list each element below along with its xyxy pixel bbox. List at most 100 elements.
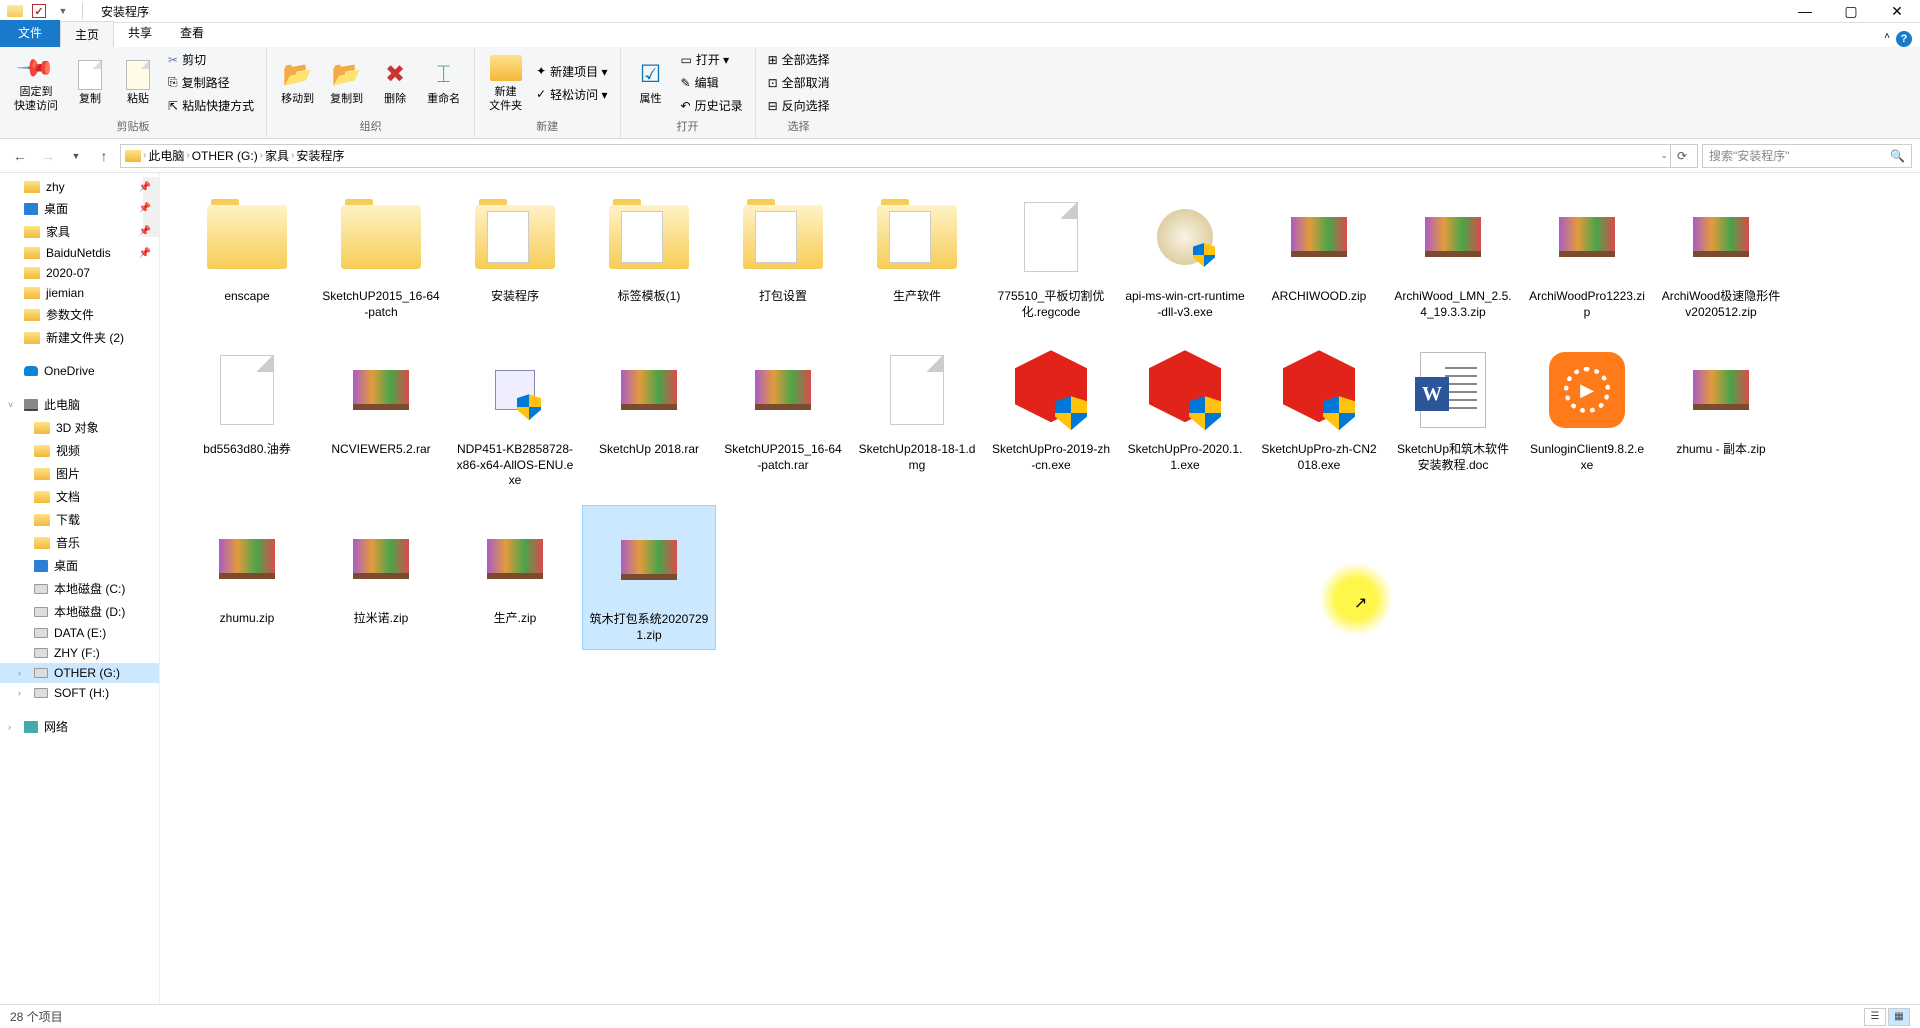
nav-quick-item[interactable]: zhy📌 <box>0 177 159 197</box>
nav-pc-item[interactable]: 下载 <box>0 508 159 531</box>
expand-icon[interactable]: › <box>18 668 21 678</box>
history-button[interactable]: ↶历史记录 <box>677 95 747 116</box>
file-item[interactable]: bd5563d80.油券 <box>180 336 314 495</box>
breadcrumb[interactable]: › 此电脑› OTHER (G:)› 家具› 安装程序 ⌄ ⟳ <box>120 144 1698 168</box>
navigation-pane[interactable]: zhy📌桌面📌家具📌BaiduNetdis📌2020-07jiemian参数文件… <box>0 173 160 1004</box>
file-item[interactable]: 打包设置 <box>716 183 850 326</box>
nav-pc-item[interactable]: ZHY (F:) <box>0 643 159 663</box>
nav-quick-item[interactable]: jiemian <box>0 283 159 303</box>
nav-pc-item[interactable]: 3D 对象 <box>0 416 159 439</box>
select-none-button[interactable]: ⊡全部取消 <box>764 72 834 93</box>
nav-pc-item[interactable]: ›OTHER (G:) <box>0 663 159 683</box>
collapse-ribbon[interactable]: ˄ <box>1884 31 1890 47</box>
file-item[interactable]: ArchiWood_LMN_2.5.4_19.3.3.zip <box>1386 183 1520 326</box>
recent-dropdown[interactable]: ▼ <box>64 144 88 168</box>
nav-pc-item[interactable]: 图片 <box>0 462 159 485</box>
tab-share[interactable]: 共享 <box>114 20 166 47</box>
breadcrumb-item[interactable]: 此电脑› <box>148 147 189 164</box>
search-input[interactable]: 搜索"安装程序" 🔍 <box>1702 144 1912 168</box>
qat-dropdown[interactable]: ▼ <box>54 2 72 20</box>
select-all-button[interactable]: ⊞全部选择 <box>764 49 834 70</box>
file-item[interactable]: ArchiWood极速隐形件v2020512.zip <box>1654 183 1788 326</box>
nav-pc-item[interactable]: 视频 <box>0 439 159 462</box>
minimize-button[interactable]: — <box>1782 0 1828 23</box>
nav-quick-item[interactable]: 桌面📌 <box>0 197 159 220</box>
nav-network[interactable]: ›网络 <box>0 715 159 738</box>
file-item[interactable]: 筑木打包系统20207291.zip <box>582 505 716 650</box>
tab-home[interactable]: 主页 <box>60 21 114 47</box>
file-item[interactable]: 拉米诺.zip <box>314 505 448 650</box>
nav-pc-item[interactable]: 音乐 <box>0 531 159 554</box>
cut-button[interactable]: 剪切 <box>164 49 258 70</box>
forward-button[interactable]: → <box>36 144 60 168</box>
file-item[interactable]: SketchUpPro-2019-zh-cn.exe <box>984 336 1118 495</box>
file-item[interactable]: 生产软件 <box>850 183 984 326</box>
file-item[interactable]: enscape <box>180 183 314 326</box>
new-folder-button[interactable]: 新建 文件夹 <box>483 50 528 114</box>
file-item[interactable]: SketchUp2018-18-1.dmg <box>850 336 984 495</box>
breadcrumb-item[interactable]: 家具› <box>265 147 294 164</box>
file-item[interactable]: NDP451-KB2858728-x86-x64-AllOS-ENU.exe <box>448 336 582 495</box>
back-button[interactable]: ← <box>8 144 32 168</box>
nav-pc-item[interactable]: ›SOFT (H:) <box>0 683 159 703</box>
easy-access-button[interactable]: ✓轻松访问 ▾ <box>532 84 611 105</box>
nav-pc-item[interactable]: 桌面 <box>0 554 159 577</box>
refresh-button[interactable]: ⟳ <box>1670 145 1693 167</box>
help-icon[interactable]: ? <box>1896 31 1912 47</box>
nav-quick-item[interactable]: 参数文件 <box>0 303 159 326</box>
move-to-button[interactable]: 📂移动到 <box>275 57 320 108</box>
copy-to-button[interactable]: 📂复制到 <box>324 57 369 108</box>
file-item[interactable]: 775510_平板切割优化.regcode <box>984 183 1118 326</box>
new-item-button[interactable]: ✦新建项目 ▾ <box>532 61 611 82</box>
close-button[interactable]: ✕ <box>1874 0 1920 23</box>
file-item[interactable]: 生产.zip <box>448 505 582 650</box>
nav-onedrive[interactable]: OneDrive <box>0 361 159 381</box>
tab-file[interactable]: 文件 <box>0 20 60 47</box>
file-item[interactable]: SketchUP2015_16-64-patch.rar <box>716 336 850 495</box>
qat-folder-icon[interactable] <box>6 2 24 20</box>
paste-button[interactable]: 粘贴 <box>116 57 160 108</box>
pin-to-quick-access[interactable]: 📌 固定到 快速访问 <box>8 50 64 114</box>
file-item[interactable]: 标签模板(1) <box>582 183 716 326</box>
nav-quick-item[interactable]: 新建文件夹 (2) <box>0 326 159 349</box>
up-button[interactable]: ↑ <box>92 144 116 168</box>
nav-pc-item[interactable]: 本地磁盘 (C:) <box>0 577 159 600</box>
invert-selection-button[interactable]: ⊟反向选择 <box>764 95 834 116</box>
file-item[interactable]: zhumu.zip <box>180 505 314 650</box>
file-item[interactable]: SketchUp 2018.rar <box>582 336 716 495</box>
nav-quick-item[interactable]: BaiduNetdis📌 <box>0 243 159 263</box>
qat-properties-icon[interactable]: ✓ <box>30 2 48 20</box>
maximize-button[interactable]: ▢ <box>1828 0 1874 23</box>
file-view[interactable]: enscapeSketchUP2015_16-64-patch安装程序标签模板(… <box>160 173 1920 1004</box>
file-item[interactable]: WSketchUp和筑木软件安装教程.doc <box>1386 336 1520 495</box>
nav-pc-item[interactable]: DATA (E:) <box>0 623 159 643</box>
file-item[interactable]: ArchiWoodPro1223.zip <box>1520 183 1654 326</box>
nav-quick-item[interactable]: 2020-07 <box>0 263 159 283</box>
properties-button[interactable]: ☑属性 <box>629 57 673 108</box>
paste-shortcut-button[interactable]: 粘贴快捷方式 <box>164 95 258 116</box>
edit-button[interactable]: ✎编辑 <box>677 72 747 93</box>
nav-quick-item[interactable]: 家具📌 <box>0 220 159 243</box>
nav-pc-item[interactable]: 文档 <box>0 485 159 508</box>
view-details-button[interactable]: ☰ <box>1864 1008 1886 1026</box>
expand-icon[interactable]: › <box>18 688 21 698</box>
file-item[interactable]: zhumu - 副本.zip <box>1654 336 1788 495</box>
tab-view[interactable]: 查看 <box>166 20 218 47</box>
file-item[interactable]: ▶SunloginClient9.8.2.exe <box>1520 336 1654 495</box>
breadcrumb-item[interactable]: 安装程序 <box>296 147 344 164</box>
breadcrumb-item[interactable]: OTHER (G:)› <box>192 149 263 163</box>
expand-icon[interactable]: › <box>8 722 11 732</box>
file-item[interactable]: api-ms-win-crt-runtime-dll-v3.exe <box>1118 183 1252 326</box>
file-item[interactable]: SketchUP2015_16-64-patch <box>314 183 448 326</box>
file-item[interactable]: 安装程序 <box>448 183 582 326</box>
copy-button[interactable]: 复制 <box>68 57 112 108</box>
file-item[interactable]: NCVIEWER5.2.rar <box>314 336 448 495</box>
file-item[interactable]: ARCHIWOOD.zip <box>1252 183 1386 326</box>
copy-path-button[interactable]: 复制路径 <box>164 72 258 93</box>
view-icons-button[interactable]: ▦ <box>1888 1008 1910 1026</box>
file-item[interactable]: SketchUpPro-2020.1.1.exe <box>1118 336 1252 495</box>
expand-icon[interactable]: ˅ <box>8 400 13 410</box>
file-item[interactable]: SketchUpPro-zh-CN2018.exe <box>1252 336 1386 495</box>
rename-button[interactable]: ⌶重命名 <box>421 57 466 108</box>
delete-button[interactable]: ✖删除 <box>373 57 417 108</box>
